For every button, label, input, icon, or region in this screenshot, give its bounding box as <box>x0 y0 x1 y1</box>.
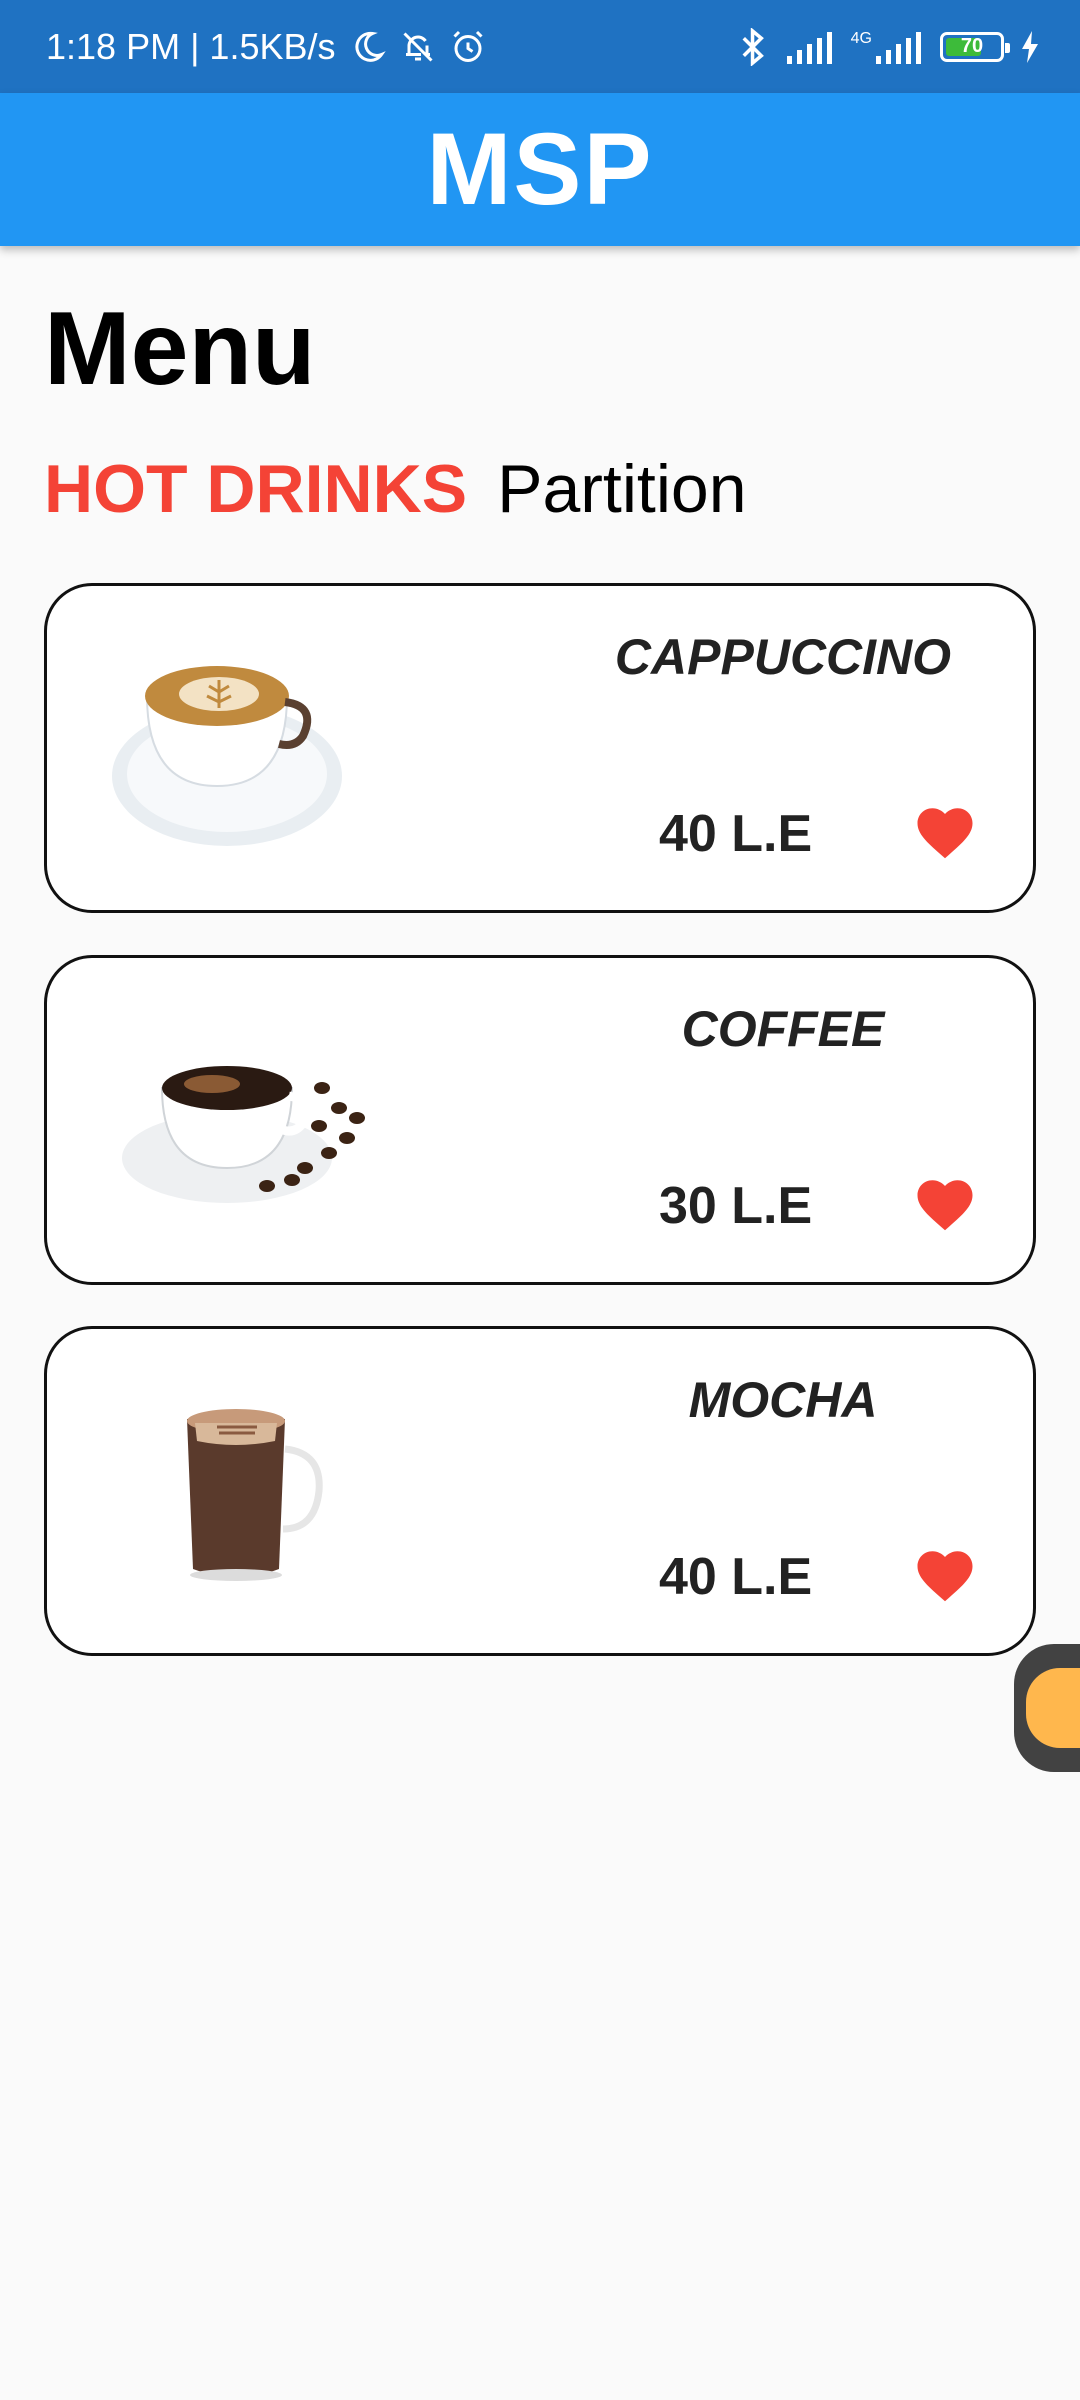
section-label: Partition <box>497 451 747 527</box>
bluetooth-icon <box>742 27 764 66</box>
moon-icon <box>354 31 386 62</box>
signal-4g-icon <box>876 31 921 64</box>
app-title: MSP <box>426 112 654 226</box>
item-price: 40 L.E <box>659 805 813 863</box>
accessibility-icon <box>1026 1668 1080 1748</box>
item-name: CAPPUCCINO <box>614 629 952 685</box>
favorite-heart-icon[interactable] <box>915 1547 975 1603</box>
item-price: 30 L.E <box>659 1177 813 1235</box>
section-category: HOT DRINKS <box>44 451 468 527</box>
signal-icon <box>786 31 832 64</box>
network-type-label: 4G <box>850 29 872 47</box>
cappuccino-cup-image <box>112 666 342 846</box>
menu-item-card[interactable]: CAPPUCCINO 40 L.E <box>44 583 1036 913</box>
accessibility-floating-button[interactable] <box>1014 1644 1080 1772</box>
menu-item-card[interactable]: COFFEE 30 L.E <box>44 955 1036 1285</box>
favorite-heart-icon[interactable] <box>915 804 975 860</box>
battery-level: 70 <box>960 35 984 57</box>
status-time: 1:18 PM | 1.5KB/s <box>46 25 336 67</box>
section-header: HOT DRINKS Partition <box>44 450 747 528</box>
notifications-off-icon <box>402 31 433 62</box>
item-name: COFFEE <box>681 1001 885 1057</box>
coffee-cup-beans-image <box>122 1066 365 1203</box>
battery-icon: 70 <box>940 31 1010 62</box>
menu-item-card[interactable]: MOCHA 40 L.E <box>44 1326 1036 1656</box>
favorite-heart-icon[interactable] <box>915 1176 975 1232</box>
item-name: MOCHA <box>688 1372 878 1428</box>
status-bar: 1:18 PM | 1.5KB/s 4G 70 <box>0 0 1080 93</box>
item-price: 40 L.E <box>659 1548 813 1606</box>
mocha-glass-mug-image <box>187 1409 323 1581</box>
app-bar: MSP <box>0 93 1080 246</box>
alarm-icon <box>452 30 483 62</box>
page-title: Menu <box>44 291 316 407</box>
charging-icon <box>1022 30 1038 63</box>
